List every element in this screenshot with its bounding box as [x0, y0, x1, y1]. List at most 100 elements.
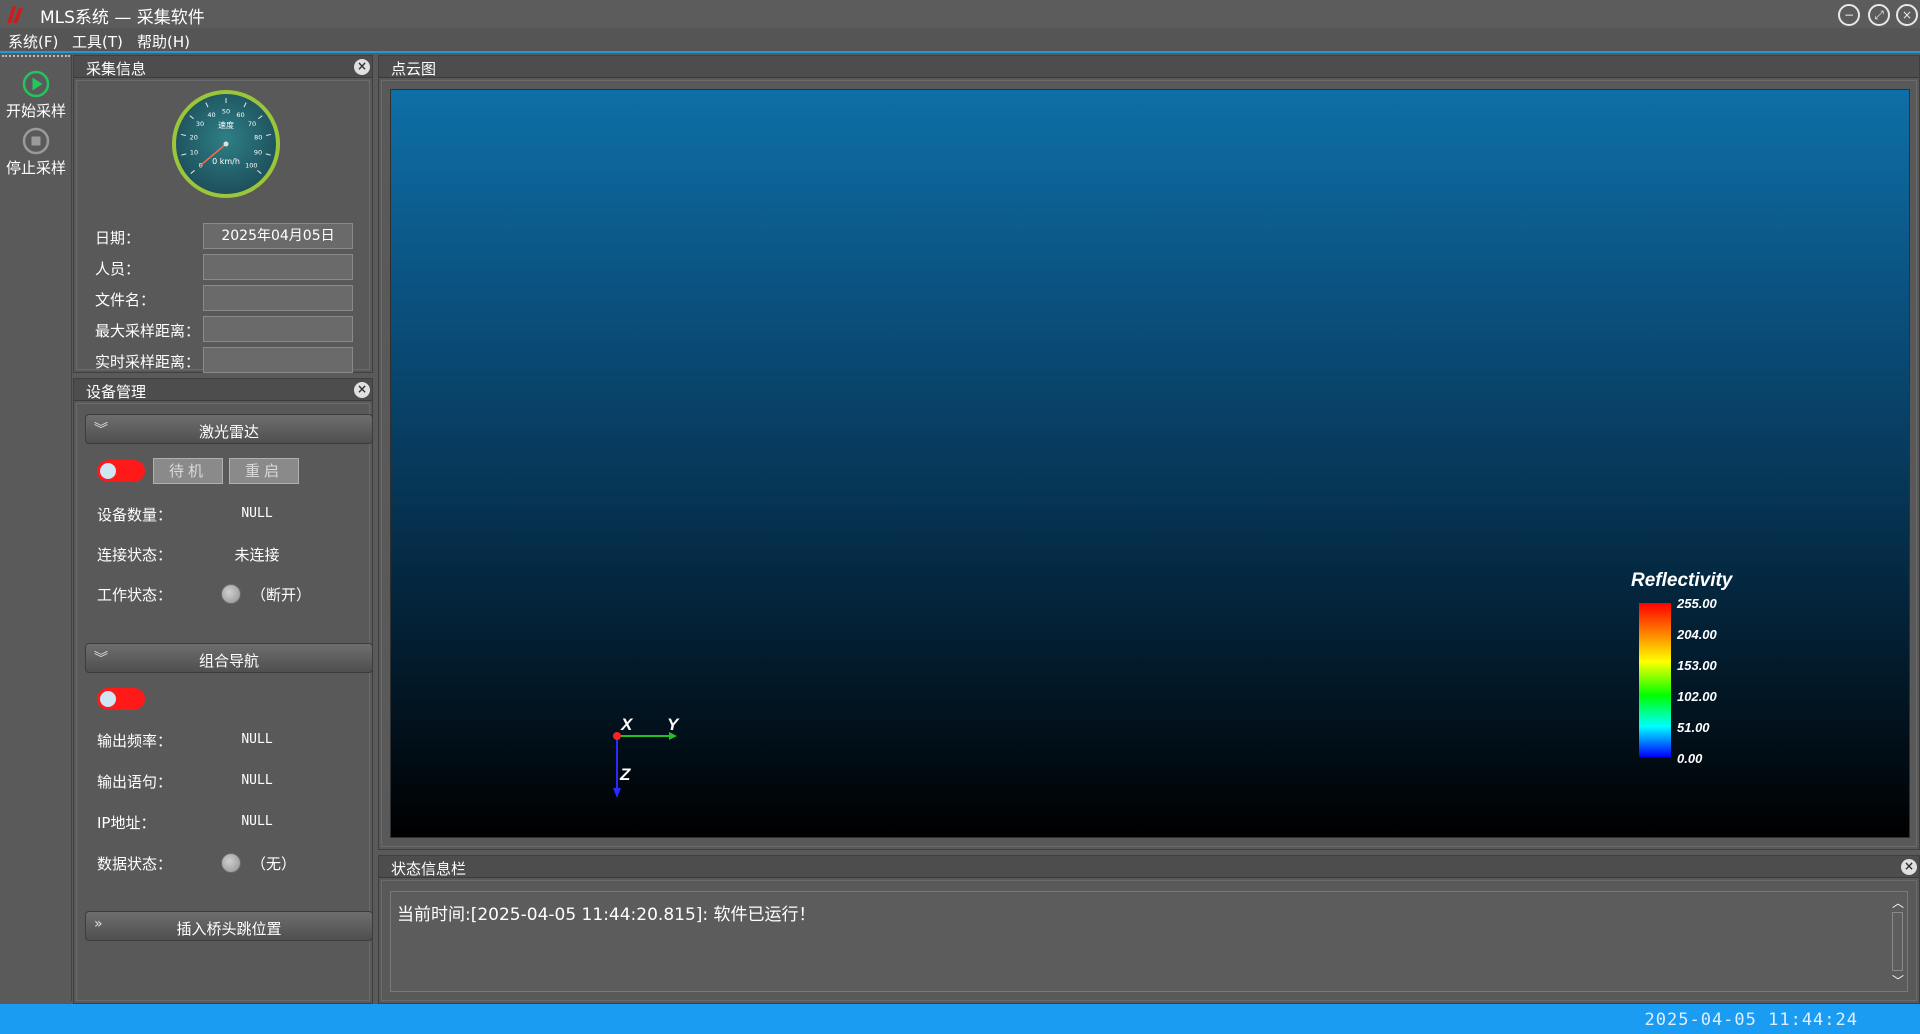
operator-field[interactable] [203, 254, 353, 280]
window-title: MLS系统 — 采集软件 [40, 8, 205, 28]
status-message: 当前时间:[2025-04-05 11:44:20.815]: 软件已运行！ [397, 905, 816, 925]
date-field[interactable]: 2025年04月05日 [203, 223, 353, 249]
work-status-label: 工作状态： [97, 586, 173, 604]
panel-title: 采集信息 [86, 60, 147, 78]
status-info-body: 当前时间:[2025-04-05 11:44:20.815]: 软件已运行！ ︿… [381, 880, 1917, 1001]
device-count-label: 设备数量： [97, 506, 173, 524]
collect-info-body: 0102030405060708090100 速度 0 km/h 日期： 202… [76, 80, 370, 373]
panel-header: 点云图 [379, 56, 1919, 78]
standby-button[interactable]: 待机 [153, 458, 223, 484]
connection-status-label: 连接状态： [97, 546, 173, 564]
colorbar-tick: 0.00 [1677, 751, 1703, 766]
ip-address-value: NULL [241, 814, 273, 829]
data-status-led-icon [221, 853, 241, 873]
colorbar-title: Reflectivity [1631, 570, 1733, 591]
status-scrollbar[interactable]: ︿ ﹀ [1889, 892, 1907, 991]
restart-button[interactable]: 重启 [229, 458, 299, 484]
connection-status-value: 未连接 [234, 546, 280, 564]
title-bar: MLS系统 — 采集软件 − ⤢ × [0, 0, 1920, 28]
scrollbar-thumb[interactable] [1892, 912, 1903, 971]
point-cloud-viewport[interactable]: X Y Z Reflectivity 255.00 204.00 153.00 … [390, 89, 1910, 838]
lidar-section-label: 激光雷达 [198, 423, 259, 441]
data-status-label: 数据状态： [97, 855, 173, 873]
filename-label: 文件名： [95, 291, 156, 309]
max-distance-field[interactable] [203, 316, 353, 342]
axis-x-label: X [620, 715, 634, 734]
work-status-led-icon [221, 584, 241, 604]
gauge-readout: 0 km/h [212, 157, 240, 166]
colorbar-tick: 255.00 [1677, 596, 1717, 611]
lidar-power-toggle[interactable] [97, 460, 145, 482]
stop-icon [22, 127, 50, 155]
app-logo-icon [7, 6, 23, 23]
minimize-icon[interactable]: − [1838, 4, 1860, 26]
output-sentence-value: NULL [241, 773, 273, 788]
gauge-tick-label: 90 [254, 148, 262, 156]
gauge-tick-label: 30 [196, 120, 204, 128]
menu-system[interactable]: 系统(F) [8, 31, 58, 52]
restore-icon[interactable]: ⤢ [1868, 4, 1890, 26]
reflectivity-colorbar: Reflectivity 255.00 204.00 153.00 102.00… [1631, 570, 1751, 766]
device-count-value: NULL [241, 506, 273, 521]
data-status-value: （无） [251, 855, 297, 873]
status-bar: 2025-04-05 11:44:24 [0, 1004, 1920, 1034]
start-sampling-button[interactable]: 开始采样 [0, 55, 72, 120]
max-distance-label: 最大采样距离： [95, 322, 201, 340]
menu-help[interactable]: 帮助(H) [137, 31, 190, 52]
menu-bar: 系统(F) 工具(T) 帮助(H) [0, 28, 1920, 53]
stop-sampling-button[interactable]: 停止采样 [0, 112, 72, 177]
panel-title: 状态信息栏 [391, 860, 467, 878]
nav-section-header[interactable]: ︾ 组合导航 [85, 643, 373, 673]
play-icon [22, 70, 50, 98]
gauge-tick-label: 60 [236, 111, 244, 119]
panel-header: 采集信息 × [74, 56, 372, 78]
axis-z-label: Z [619, 765, 631, 784]
panel-close-icon[interactable]: × [354, 382, 370, 398]
panel-close-icon[interactable]: × [354, 59, 370, 75]
gauge-tick-label: 20 [190, 134, 198, 142]
speed-gauge: 0102030405060708090100 速度 0 km/h [172, 90, 280, 198]
output-frequency-value: NULL [241, 732, 273, 747]
status-info-panel: 状态信息栏 × 当前时间:[2025-04-05 11:44:20.815]: … [378, 855, 1920, 1004]
gauge-title: 速度 [218, 120, 234, 130]
panel-header: 状态信息栏 × [379, 856, 1919, 878]
ip-address-label: IP地址： [97, 814, 156, 832]
colorbar-tick: 102.00 [1677, 689, 1717, 704]
panel-close-icon[interactable]: × [1901, 859, 1917, 875]
device-management-panel: 设备管理 × ︾ 激光雷达 待机 重启 设备数量： NULL 连接状态： 未连接… [73, 378, 373, 1004]
colorbar-tick: 153.00 [1677, 658, 1717, 673]
operator-label: 人员： [95, 260, 141, 278]
gauge-tick-label: 80 [254, 134, 262, 142]
filename-field[interactable] [203, 285, 353, 311]
menu-tools[interactable]: 工具(T) [72, 31, 123, 52]
panel-header: 设备管理 × [74, 379, 372, 401]
status-log[interactable]: 当前时间:[2025-04-05 11:44:20.815]: 软件已运行！ ︿… [390, 891, 1908, 992]
bridge-jump-section-header[interactable]: » 插入桥头跳位置 [85, 911, 373, 941]
colorbar-gradient [1639, 603, 1671, 757]
realtime-distance-label: 实时采样距离： [95, 353, 201, 371]
device-management-body: ︾ 激光雷达 待机 重启 设备数量： NULL 连接状态： 未连接 工作状态： … [76, 403, 373, 1001]
nav-power-toggle[interactable] [97, 688, 145, 710]
toggle-knob [100, 691, 116, 707]
date-label: 日期： [95, 229, 141, 247]
close-icon[interactable]: × [1896, 4, 1918, 26]
realtime-distance-field[interactable] [203, 347, 353, 373]
axis-y-label: Y [667, 715, 680, 734]
point-cloud-body: X Y Z Reflectivity 255.00 204.00 153.00 … [381, 80, 1917, 847]
output-sentence-label: 输出语句： [97, 773, 173, 791]
gauge-tick-label: 50 [222, 108, 230, 116]
work-status-value: （断开） [251, 586, 312, 604]
colorbar-tick: 204.00 [1677, 627, 1717, 642]
bridge-jump-section-label: 插入桥头跳位置 [176, 920, 282, 938]
scroll-up-icon[interactable]: ︿ [1892, 894, 1904, 911]
gauge-tick-label: 100 [245, 162, 257, 170]
panel-title: 设备管理 [86, 383, 147, 401]
output-frequency-label: 输出频率： [97, 732, 173, 750]
stop-sampling-label: 停止采样 [5, 159, 66, 177]
left-toolbar: 开始采样 停止采样 [0, 55, 72, 1001]
toggle-knob [100, 463, 116, 479]
lidar-section-header[interactable]: ︾ 激光雷达 [85, 414, 373, 444]
gauge-tick-label: 70 [248, 120, 256, 128]
gauge-tick-label: 40 [207, 111, 215, 119]
scroll-down-icon[interactable]: ﹀ [1892, 972, 1904, 989]
